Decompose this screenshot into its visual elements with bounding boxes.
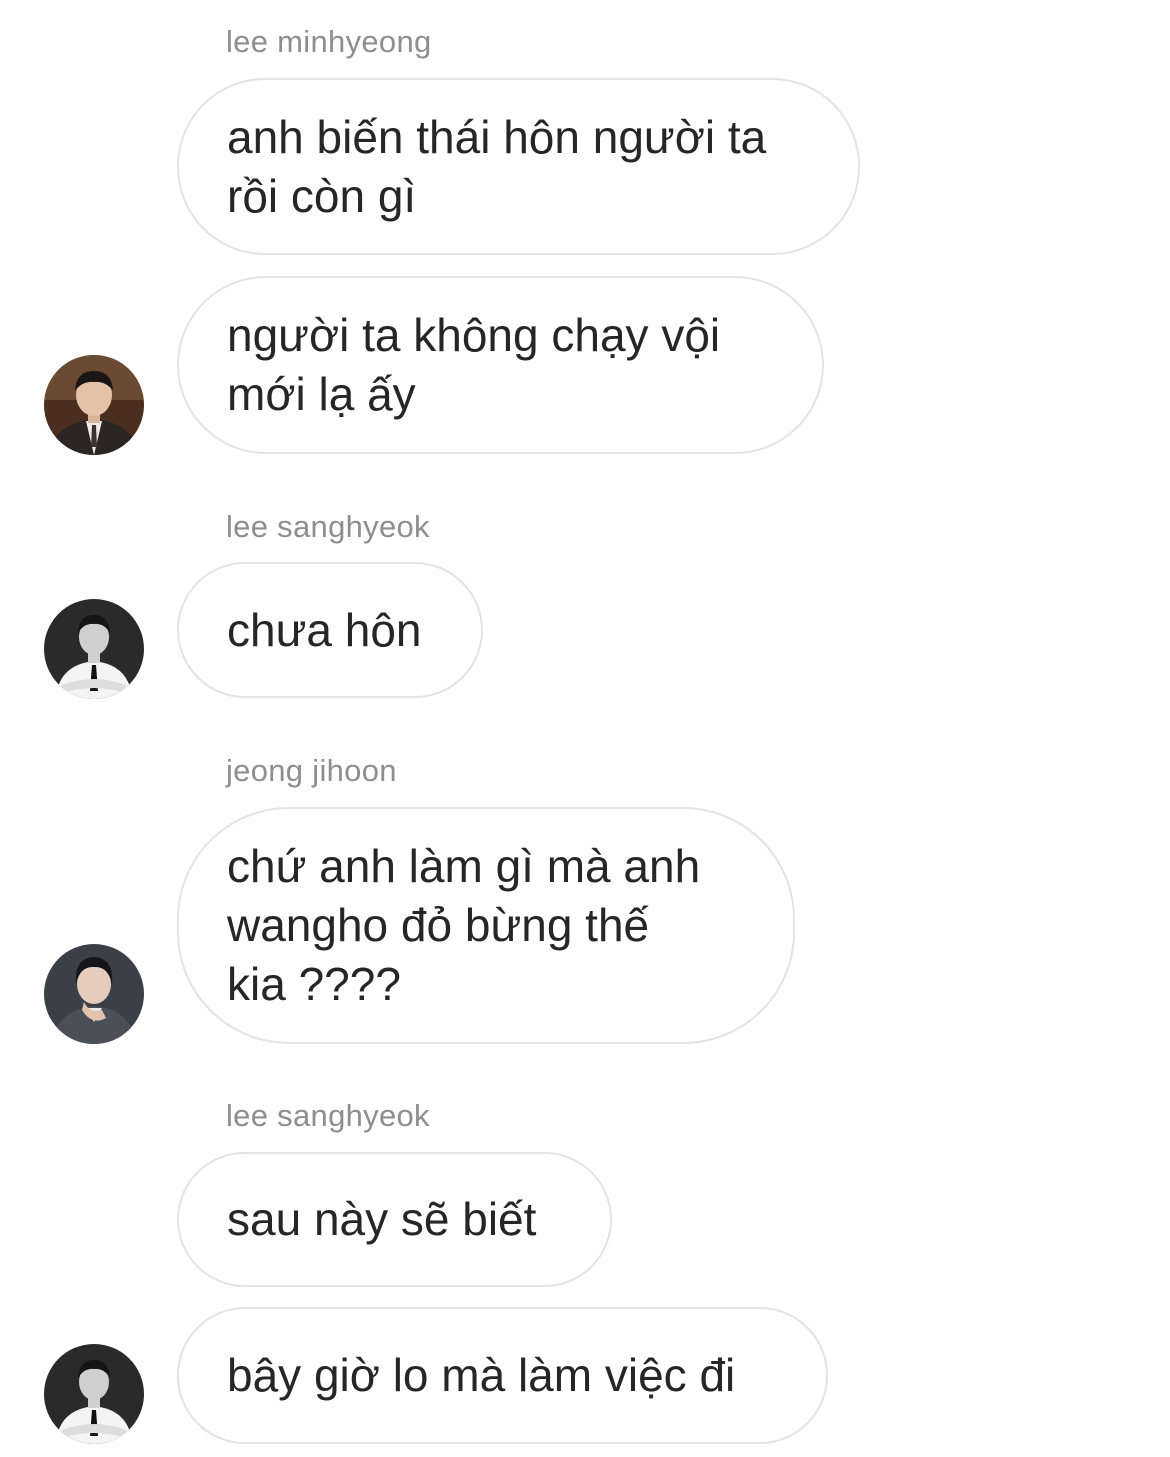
avatar[interactable] (44, 1344, 144, 1444)
message-text: anh biến thái hôn người ta rồi còn gì (227, 110, 767, 222)
profile-photo-sanghyeok (44, 599, 144, 699)
profile-photo-jihoon (44, 944, 144, 1044)
message-text: sau này sẽ biết (227, 1193, 537, 1245)
message-bubble[interactable]: chưa hôn (177, 562, 483, 698)
profile-photo-sanghyeok (44, 1344, 144, 1444)
message-text: bây giờ lo mà làm việc đi (227, 1349, 736, 1401)
sender-name: lee sanghyeok (226, 509, 430, 544)
message-bubble[interactable]: bây giờ lo mà làm việc đi (177, 1307, 828, 1444)
message-text: chưa hôn (227, 603, 422, 656)
avatar[interactable] (44, 599, 144, 699)
avatar[interactable] (44, 944, 144, 1044)
sender-name: jeong jihoon (226, 753, 397, 788)
message-text: chứ anh làm gì mà anh wangho đỏ bừng thế… (227, 840, 701, 1010)
sender-name: lee sanghyeok (226, 1098, 430, 1133)
message-text: người ta không chạy vội mới lạ ấy (227, 309, 721, 420)
profile-photo-minhyeong (44, 355, 144, 455)
message-bubble[interactable]: người ta không chạy vội mới lạ ấy (177, 276, 824, 454)
message-bubble[interactable]: anh biến thái hôn người ta rồi còn gì (177, 78, 860, 255)
sender-name: lee minhyeong (226, 24, 432, 59)
message-bubble[interactable]: sau này sẽ biết (177, 1152, 612, 1287)
message-bubble[interactable]: chứ anh làm gì mà anh wangho đỏ bừng thế… (177, 807, 795, 1044)
avatar[interactable] (44, 355, 144, 455)
